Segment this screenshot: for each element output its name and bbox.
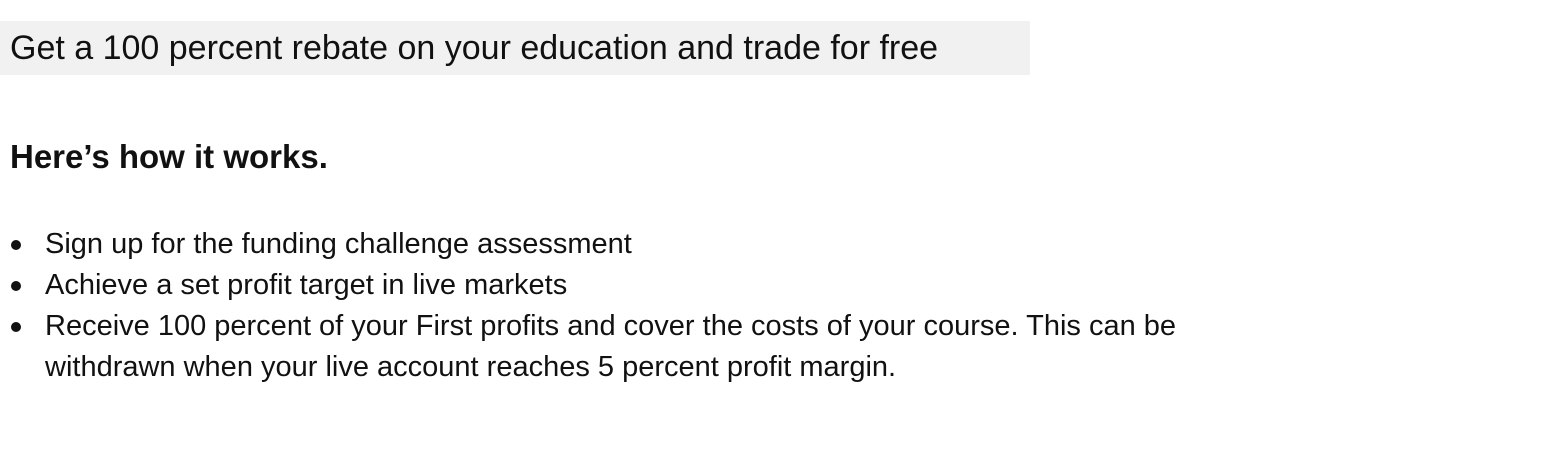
steps-list: Sign up for the funding challenge assess…	[0, 224, 1300, 388]
headline-text: Get a 100 percent rebate on your educati…	[10, 28, 939, 67]
list-item-text: Sign up for the funding challenge assess…	[45, 228, 632, 260]
list-item: Achieve a set profit target in live mark…	[0, 265, 1300, 306]
list-item-text: Achieve a set profit target in live mark…	[45, 269, 568, 301]
bullet-icon	[11, 281, 21, 291]
section-heading: Here’s how it works.	[10, 138, 328, 175]
list-item: Receive 100 percent of your First profit…	[0, 306, 1300, 388]
bullet-icon	[11, 240, 21, 250]
list-item-text: Receive 100 percent of your First profit…	[45, 310, 1177, 383]
document-page: Get a 100 percent rebate on your educati…	[0, 0, 1561, 452]
bullet-icon	[11, 322, 21, 332]
headline-banner: Get a 100 percent rebate on your educati…	[0, 21, 1030, 75]
list-item: Sign up for the funding challenge assess…	[0, 224, 1300, 265]
